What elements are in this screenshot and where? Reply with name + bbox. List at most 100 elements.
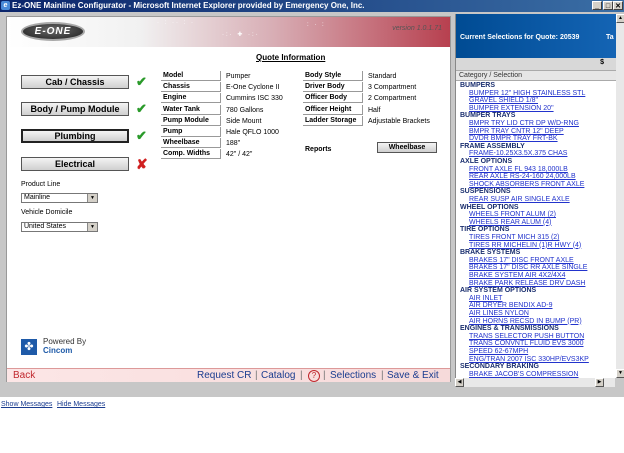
category-heading: WHEEL OPTIONS	[460, 203, 519, 211]
selections-link[interactable]: Selections	[330, 370, 376, 381]
quote-label: Officer Body	[303, 93, 363, 104]
save-exit-link[interactable]: Save & Exit	[387, 370, 439, 381]
selection-link[interactable]: AIR HORNS RECSD IN BUMP (PR)	[469, 318, 582, 325]
selection-link[interactable]: AIR INLET	[469, 295, 502, 302]
vehicle-domicile-label: Vehicle Domicile	[21, 209, 73, 216]
hide-messages-link[interactable]: Hide Messages	[57, 401, 105, 408]
selection-link[interactable]: TRANS CONVNTL FLUID EVS 3000	[469, 340, 584, 347]
bottom-toolbar: Back Request CR | Catalog | ? | Selectio…	[7, 368, 450, 382]
message-bar: Show Messages Hide Messages	[0, 397, 624, 453]
selection-link[interactable]: TIRES FRONT MICH 315 (2)	[469, 234, 560, 241]
vertical-scrollbar[interactable]: ▲ ▼	[616, 14, 624, 378]
selection-link[interactable]: TIRES RR MICHELIN (1)R HWY (4)	[469, 242, 581, 249]
maximize-icon[interactable]: □	[603, 1, 613, 10]
window-titlebar: e Ez-ONE Mainline Configurator - Microso…	[0, 0, 624, 12]
quote-label: Chassis	[161, 82, 221, 93]
quote-label: Officer Height	[303, 104, 363, 115]
checkmark-icon: ✔	[136, 101, 147, 116]
minimize-icon[interactable]: _	[592, 1, 602, 10]
quote-label: Ladder Storage	[303, 115, 363, 126]
request-cr-link[interactable]: Request CR	[197, 370, 251, 381]
horizontal-scrollbar[interactable]: ◀ ▶	[455, 378, 615, 387]
category-heading: FRAME ASSEMBLY	[460, 142, 525, 150]
selection-link[interactable]: BRAKE PARK RELEASE DRV DASH	[469, 280, 585, 287]
category-column-header: Category / Selection	[456, 70, 616, 81]
selection-link[interactable]: TRANS SELECTOR PUSH BUTTON	[469, 333, 584, 340]
selection-link[interactable]: ENG/TRAN 2007 ISC 330HP/EVS3KP	[469, 356, 589, 363]
category-heading: SECONDARY BRAKING	[460, 363, 539, 371]
selection-link[interactable]: BRAKES 17" DISC FRONT AXLE	[469, 257, 574, 264]
price-column-header: $	[600, 59, 604, 66]
selection-link[interactable]: WHEELS REAR ALUM (4)	[469, 219, 551, 226]
quote-value: Half	[368, 106, 381, 114]
category-heading: BUMPER TRAYS	[460, 112, 516, 120]
selections-toolbar: $	[456, 58, 616, 70]
vehicle-domicile-select[interactable]: United States ▼	[21, 222, 98, 232]
selection-link[interactable]: FRONT AXLE FL 943 18,000LB	[469, 166, 568, 173]
selection-link[interactable]: BMPR TRY LID CTR DP W/D-RNG	[469, 120, 579, 127]
category-heading: BUMPERS	[460, 82, 496, 89]
close-icon[interactable]: ✕	[613, 1, 623, 10]
quote-label: Driver Body	[303, 82, 363, 93]
selection-link[interactable]: WHEELS FRONT ALUM (2)	[469, 211, 556, 218]
selection-link[interactable]: BMPR TRAY CNTR 12" DEEP	[469, 128, 564, 135]
selection-link[interactable]: REAR AXLE RS-24-160 24,000LB	[469, 173, 576, 180]
selection-link[interactable]: SPEED 62-67MPH	[469, 348, 528, 355]
selection-link[interactable]: SHOCK ABSORBERS FRONT AXLE	[469, 181, 584, 188]
quote-value: 780 Gallons	[226, 106, 264, 114]
reports-label: Reports	[305, 146, 332, 153]
electrical-button[interactable]: Electrical	[21, 157, 129, 171]
chevron-down-icon[interactable]: ▼	[87, 194, 97, 202]
quote-value: Side Mount	[226, 117, 262, 125]
selection-link[interactable]: DVDR BMPR TRAY FRT-BK	[469, 135, 558, 142]
banner: E-ONE · : ·· : · ·:· ✚ ·:· : · : version…	[7, 17, 450, 47]
version-label: version 1.0.1.71	[392, 25, 442, 32]
quote-value: E-One Cyclone II	[226, 84, 280, 92]
scroll-down-icon[interactable]: ▼	[616, 369, 624, 378]
wheelbase-report-button[interactable]: Wheelbase	[377, 142, 437, 153]
selection-link[interactable]: BRAKES 17" DISC RR AXLE SINGLE	[469, 264, 587, 271]
quote-value: 3 Compartment	[368, 84, 417, 92]
vehicle-domicile-value: United States	[24, 223, 67, 230]
cincom-logo-icon: ✤	[21, 339, 37, 355]
selection-link[interactable]: BRAKE JACOB'S COMPRESSION	[469, 371, 578, 378]
product-line-label: Product Line	[21, 181, 61, 188]
scroll-up-icon[interactable]: ▲	[616, 14, 624, 23]
selection-link[interactable]: BRAKE SYSTEM AIR 4X2/4X4	[469, 272, 566, 279]
back-link[interactable]: Back	[13, 370, 35, 381]
selections-title: Current Selections for Quote: 20539	[460, 34, 580, 41]
separator: |	[381, 370, 384, 381]
quote-value: Hale QFLO 1000	[226, 129, 279, 136]
selections-title-cut: Ta	[606, 34, 614, 41]
selection-link[interactable]: BUMPER EXTENSION 20"	[469, 105, 554, 112]
decor-dots: : · :	[307, 22, 326, 28]
cab-chassis-button[interactable]: Cab / Chassis	[21, 75, 129, 89]
selections-panel: Current Selections for Quote: 20539 Ta $…	[455, 14, 624, 378]
selection-link[interactable]: BUMPER 12" HIGH STAINLESS STL	[469, 90, 585, 97]
quote-label: Pump	[161, 127, 221, 137]
selection-link[interactable]: AIR DRYER BENDIX AD-9	[469, 302, 553, 309]
separator: |	[300, 370, 303, 381]
show-messages-link[interactable]: Show Messages	[1, 401, 52, 408]
category-heading: ENGINES & TRANSMISSIONS	[460, 325, 559, 333]
separator: |	[323, 370, 326, 381]
category-heading: AXLE OPTIONS	[460, 158, 513, 165]
ie-icon: e	[1, 1, 10, 10]
catalog-link[interactable]: Catalog	[261, 370, 295, 381]
cincom-label: Cincom	[43, 346, 73, 355]
quote-value: 42" / 42"	[226, 151, 253, 159]
selection-link[interactable]: REAR SUSP AIR SINGLE AXLE	[469, 196, 570, 203]
plumbing-button[interactable]: Plumbing	[21, 129, 129, 143]
selection-link[interactable]: AIR LINES NYLON	[469, 310, 529, 317]
chevron-down-icon[interactable]: ▼	[87, 223, 97, 231]
scroll-left-icon[interactable]: ◀	[455, 378, 464, 387]
help-icon[interactable]: ?	[308, 370, 320, 382]
body-pump-module-button[interactable]: Body / Pump Module	[21, 102, 129, 116]
selection-link[interactable]: GRAVEL SHIELD 1/8"	[469, 97, 538, 104]
quote-title: Quote Information	[256, 53, 326, 62]
selection-link[interactable]: FRAME-10.25X3.5X.375 CHAS	[469, 150, 567, 157]
product-line-select[interactable]: Mainline ▼	[21, 193, 98, 203]
quote-value: Cummins ISC 330	[226, 95, 283, 103]
scroll-right-icon[interactable]: ▶	[595, 378, 604, 387]
selections-list: BUMPERS BUMPER 12" HIGH STAINLESS STL GRAV…	[456, 82, 616, 378]
